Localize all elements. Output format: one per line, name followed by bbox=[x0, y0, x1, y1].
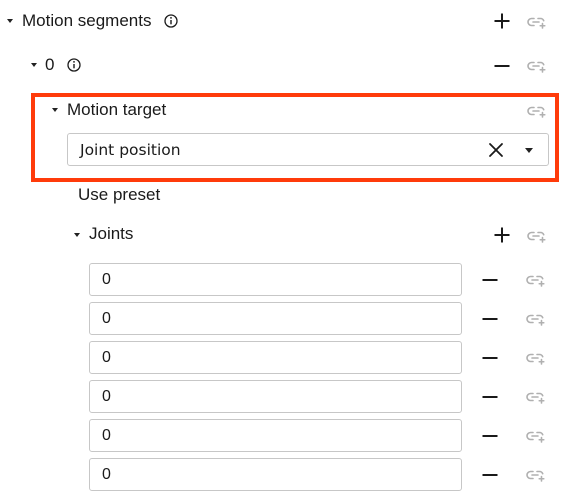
joint-input[interactable] bbox=[89, 302, 462, 335]
link-icon[interactable] bbox=[527, 104, 547, 118]
link-icon[interactable] bbox=[526, 429, 546, 443]
remove-joint-button[interactable] bbox=[482, 272, 498, 288]
link-icon[interactable] bbox=[526, 390, 546, 404]
remove-joint-button[interactable] bbox=[482, 467, 498, 483]
link-icon[interactable] bbox=[526, 273, 546, 287]
motion-target-select-value: Joint position bbox=[80, 141, 181, 159]
remove-joint-button[interactable] bbox=[482, 311, 498, 327]
collapse-caret-icon[interactable] bbox=[7, 19, 13, 23]
link-icon[interactable] bbox=[526, 351, 546, 365]
link-icon[interactable] bbox=[526, 312, 546, 326]
remove-joint-button[interactable] bbox=[482, 389, 498, 405]
motion-segments-label: Motion segments bbox=[22, 11, 152, 30]
use-preset-label[interactable]: Use preset bbox=[78, 185, 160, 205]
link-icon[interactable] bbox=[527, 59, 547, 73]
chevron-down-icon[interactable] bbox=[525, 148, 533, 153]
motion-segments-row: Motion segments bbox=[0, 3, 567, 39]
use-preset-row: Use preset bbox=[0, 176, 567, 212]
segment-index-label: 0 bbox=[45, 55, 55, 74]
joints-label: Joints bbox=[89, 224, 134, 243]
collapse-caret-icon[interactable] bbox=[52, 108, 58, 112]
remove-joint-button[interactable] bbox=[482, 350, 498, 366]
motion-target-select[interactable]: Joint position bbox=[67, 133, 549, 166]
motion-editor-panel: Motion segments 0 Motion target Joint po… bbox=[0, 0, 567, 498]
link-icon[interactable] bbox=[526, 468, 546, 482]
joint-input[interactable] bbox=[89, 458, 462, 491]
link-icon[interactable] bbox=[527, 229, 547, 243]
add-segment-button[interactable] bbox=[494, 13, 510, 29]
motion-target-row: Motion target bbox=[0, 92, 567, 128]
motion-target-label: Motion target bbox=[67, 100, 167, 119]
remove-joint-button[interactable] bbox=[482, 428, 498, 444]
remove-segment-button[interactable] bbox=[494, 58, 510, 74]
info-icon[interactable] bbox=[67, 58, 81, 72]
joint-input[interactable] bbox=[89, 341, 462, 374]
joint-input[interactable] bbox=[89, 380, 462, 413]
joints-row: Joints bbox=[0, 216, 567, 252]
close-icon[interactable] bbox=[488, 142, 504, 158]
collapse-caret-icon[interactable] bbox=[74, 233, 80, 237]
joint-input[interactable] bbox=[89, 263, 462, 296]
add-joint-button[interactable] bbox=[494, 227, 510, 243]
info-icon[interactable] bbox=[164, 14, 178, 28]
segment-row: 0 bbox=[0, 47, 567, 83]
joint-input[interactable] bbox=[89, 419, 462, 452]
collapse-caret-icon[interactable] bbox=[31, 63, 37, 67]
link-icon[interactable] bbox=[527, 15, 547, 29]
